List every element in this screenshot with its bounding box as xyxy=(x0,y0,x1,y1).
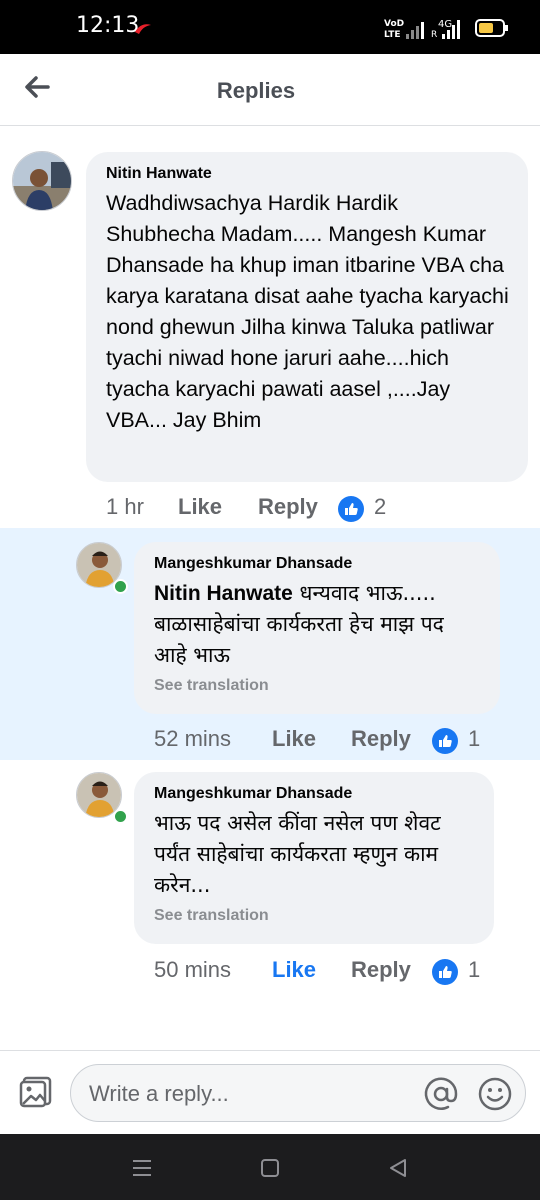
comment-bubble: Mangeshkumar Dhansade Nitin Hanwate धन्य… xyxy=(134,542,500,714)
mention-tag[interactable]: Nitin Hanwate xyxy=(154,582,293,605)
recents-icon[interactable] xyxy=(130,1156,154,1180)
svg-text:LTE: LTE xyxy=(384,30,401,40)
like-reaction-icon[interactable] xyxy=(432,959,458,985)
comment-author[interactable]: Mangeshkumar Dhansade xyxy=(154,784,476,804)
reply-input-placeholder: Write a reply... xyxy=(89,1081,229,1106)
avatar-photo xyxy=(13,152,71,210)
reply-button[interactable]: Reply xyxy=(258,494,318,520)
like-button[interactable]: Like xyxy=(272,957,316,983)
system-nav-bar xyxy=(0,1134,540,1200)
page-title: Replies xyxy=(216,78,296,103)
online-indicator xyxy=(113,809,128,824)
comment-actions: 1 hr Like Reply 2 xyxy=(106,494,406,524)
comment-author[interactable]: Nitin Hanwate xyxy=(106,164,510,184)
photo-icon[interactable] xyxy=(18,1074,54,1110)
svg-text:VoD: VoD xyxy=(384,19,404,29)
like-button[interactable]: Like xyxy=(272,726,316,752)
reply-composer: Write a reply... xyxy=(0,1050,540,1134)
like-reaction-icon[interactable] xyxy=(338,496,364,522)
reply-input[interactable]: Write a reply... xyxy=(70,1064,526,1122)
header: Replies xyxy=(0,54,540,126)
comment-time: 50 mins xyxy=(154,957,232,982)
at-icon[interactable] xyxy=(423,1076,459,1112)
carrier-icon xyxy=(135,24,151,34)
comment-author[interactable]: Mangeshkumar Dhansade xyxy=(154,554,482,574)
status-time: 12:13 xyxy=(76,13,140,38)
svg-text:4G: 4G xyxy=(438,19,452,30)
like-reaction-icon[interactable] xyxy=(432,728,458,754)
comment-bubble: Mangeshkumar Dhansade भाऊ पद असेल कींवा … xyxy=(134,772,494,944)
comment-time: 52 mins xyxy=(154,726,232,751)
reply-button[interactable]: Reply xyxy=(351,726,411,752)
reaction-count: 2 xyxy=(374,494,387,519)
reaction-count: 1 xyxy=(468,726,481,751)
comment-actions: 52 mins Like Reply 1 xyxy=(154,726,494,756)
reaction-count: 1 xyxy=(468,957,481,982)
nav-back-icon[interactable] xyxy=(386,1156,410,1180)
comment-actions: 50 mins Like Reply 1 xyxy=(154,957,494,987)
comment-thread-parent: Nitin Hanwate Wadhdiwsachya Hardik Hardi… xyxy=(0,126,540,528)
svg-text:R: R xyxy=(431,30,437,40)
avatar[interactable] xyxy=(12,151,72,211)
comment-text: Nitin Hanwate धन्यवाद भाऊ..... बाळासाहेब… xyxy=(154,578,482,671)
home-icon[interactable] xyxy=(258,1156,282,1180)
see-translation-link[interactable]: See translation xyxy=(154,907,476,925)
reply-item: Mangeshkumar Dhansade भाऊ पद असेल कींवा … xyxy=(0,760,540,990)
comment-bubble: Nitin Hanwate Wadhdiwsachya Hardik Hardi… xyxy=(86,152,528,482)
status-bar: 12:13 VoD LTE R 4G xyxy=(0,0,540,54)
replies-screen: 12:13 VoD LTE R 4G Replies Nitin Hanwate… xyxy=(0,0,540,1200)
emoji-icon[interactable] xyxy=(477,1076,513,1112)
comment-text: Wadhdiwsachya Hardik Hardik Shubhecha Ma… xyxy=(106,191,509,432)
reply-item-highlighted: Mangeshkumar Dhansade Nitin Hanwate धन्य… xyxy=(0,528,540,760)
comment-time: 1 hr xyxy=(106,494,144,519)
like-button[interactable]: Like xyxy=(178,494,222,520)
comment-text: भाऊ पद असेल कींवा नसेल पण शेवट पर्यंत सा… xyxy=(154,811,441,897)
online-indicator xyxy=(113,579,128,594)
see-translation-link[interactable]: See translation xyxy=(154,677,482,695)
network-status-icons: VoD LTE R 4G xyxy=(384,19,508,40)
reply-button[interactable]: Reply xyxy=(351,957,411,983)
